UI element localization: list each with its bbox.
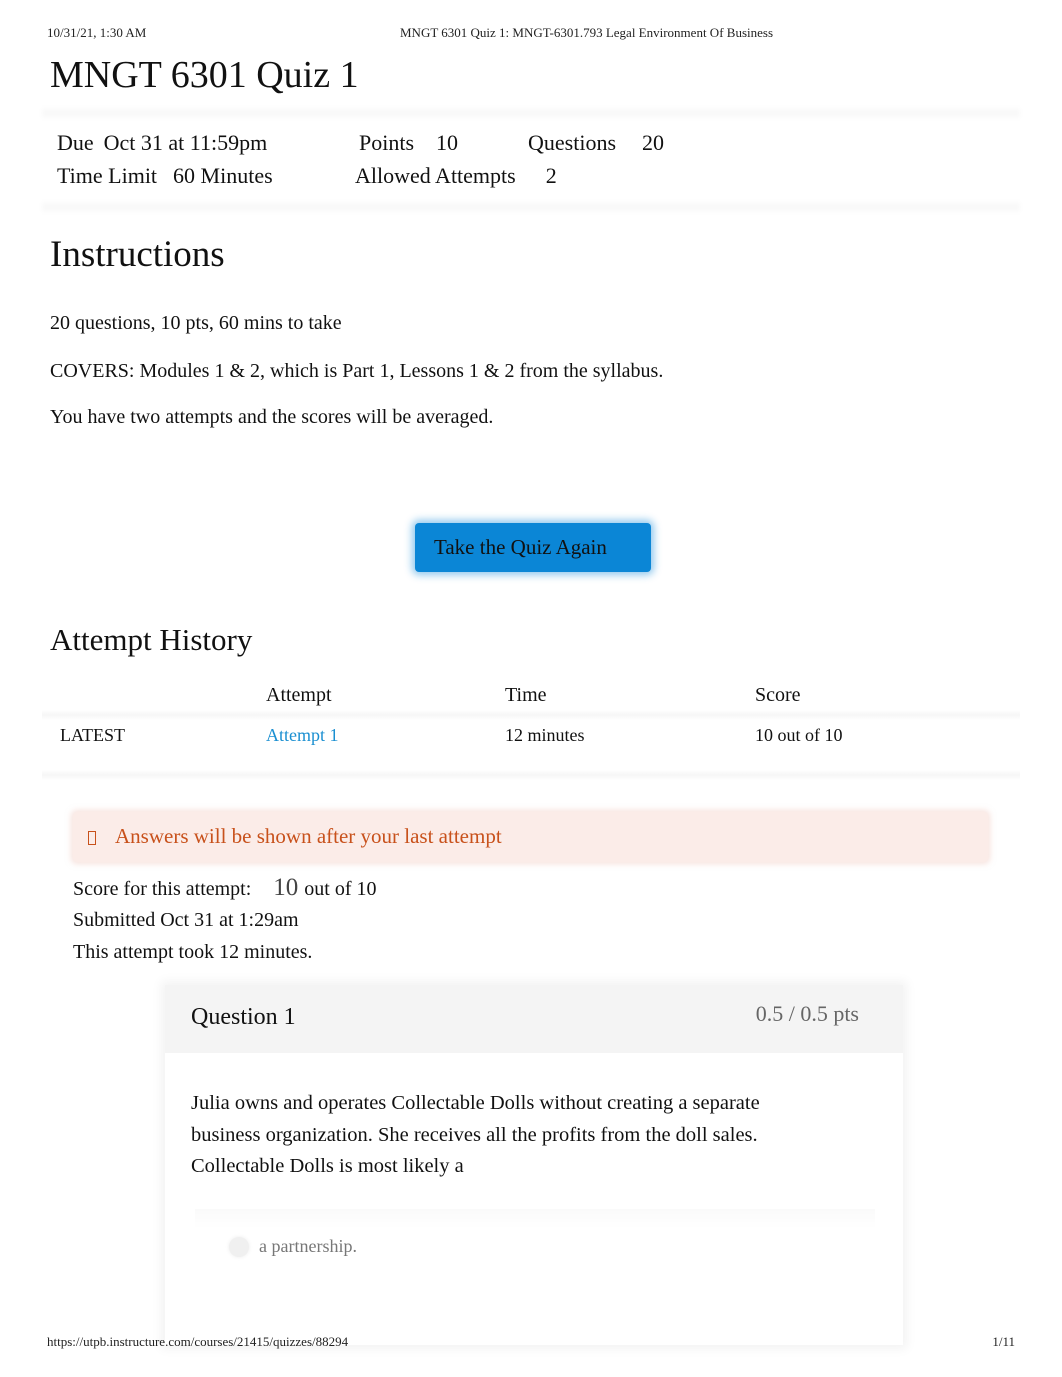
- page-title: MNGT 6301 Quiz 1: [50, 54, 359, 96]
- page-number: 1/11: [992, 1334, 1015, 1349]
- due-value: Oct 31 at 11:59pm: [103, 130, 268, 155]
- radio-button[interactable]: [229, 1237, 249, 1257]
- quiz-details: Due Oct 31 at 11:59pm Points 10 Questions 2…: [42, 106, 1020, 214]
- attempt-history-heading: Attempt History: [50, 622, 253, 657]
- submitted-time: Submitted Oct 31 at 1:29am: [73, 909, 299, 931]
- column-header-score: Score: [755, 684, 801, 706]
- question-card: Question 1 0.5 / 0.5 pts Julia owns and …: [165, 985, 903, 1345]
- attempt-time: 12 minutes: [505, 725, 585, 745]
- instructions-line: You have two attempts and the scores wil…: [50, 406, 494, 428]
- attempt-link[interactable]: Attempt 1: [266, 725, 339, 746]
- question-title: Question 1: [191, 1004, 296, 1030]
- instructions-line: 20 questions, 10 pts, 60 mins to take: [50, 312, 342, 334]
- due-label: Due: [57, 130, 94, 155]
- row-divider: [42, 770, 1020, 780]
- points-value: 10: [436, 130, 459, 155]
- question-points: 0.5 / 0.5 pts: [755, 1001, 859, 1026]
- answer-text: a partnership.: [259, 1236, 357, 1256]
- time-limit-value: 60 Minutes: [173, 163, 273, 188]
- allowed-attempts-value: 2: [545, 163, 557, 188]
- answer-option[interactable]: a partnership.: [195, 1209, 875, 1299]
- column-header-time: Time: [505, 684, 547, 706]
- due-detail: Due Oct 31 at 11:59pm: [57, 130, 267, 156]
- latest-tag: LATEST: [60, 725, 125, 745]
- attempt-duration: This attempt took 12 minutes.: [73, 941, 313, 963]
- instructions-line: COVERS: Modules 1 & 2, which is Part 1, …: [50, 360, 664, 382]
- instructions-heading: Instructions: [50, 234, 225, 275]
- attempt-score-line: Score for this attempt: 10 out of 10: [73, 874, 377, 902]
- time-limit-detail: Time Limit 60 Minutes: [57, 163, 273, 189]
- column-header-attempt: Attempt: [266, 684, 332, 706]
- questions-value: 20: [642, 130, 664, 155]
- warning-icon: [88, 831, 96, 845]
- answers-alert: Answers will be shown after your last at…: [73, 812, 988, 862]
- allowed-attempts-label: Allowed Attempts: [355, 163, 516, 188]
- take-quiz-again-button[interactable]: Take the Quiz Again: [415, 523, 651, 572]
- allowed-attempts-detail: Allowed Attempts 2: [355, 163, 557, 189]
- score-value: 10: [273, 874, 299, 901]
- question-header: Question 1 0.5 / 0.5 pts: [165, 985, 903, 1053]
- attempt-score: 10 out of 10: [755, 725, 843, 745]
- questions-label: Questions: [528, 130, 616, 155]
- time-limit-label: Time Limit: [57, 163, 158, 188]
- print-doc-title: MNGT 6301 Quiz 1: MNGT-6301.793 Legal En…: [400, 25, 774, 40]
- score-label: Score for this attempt:: [73, 878, 252, 900]
- print-url: https://utpb.instructure.com/courses/214…: [47, 1334, 349, 1349]
- questions-detail: Questions 20: [528, 130, 664, 156]
- score-suffix: out of 10: [304, 878, 377, 900]
- question-text: Julia owns and operates Collectable Doll…: [191, 1092, 760, 1177]
- row-divider: [42, 710, 1020, 720]
- points-detail: Points 10: [359, 130, 458, 156]
- alert-text: Answers will be shown after your last at…: [115, 824, 502, 848]
- points-label: Points: [359, 130, 415, 155]
- print-datetime: 10/31/21, 1:30 AM: [47, 25, 147, 40]
